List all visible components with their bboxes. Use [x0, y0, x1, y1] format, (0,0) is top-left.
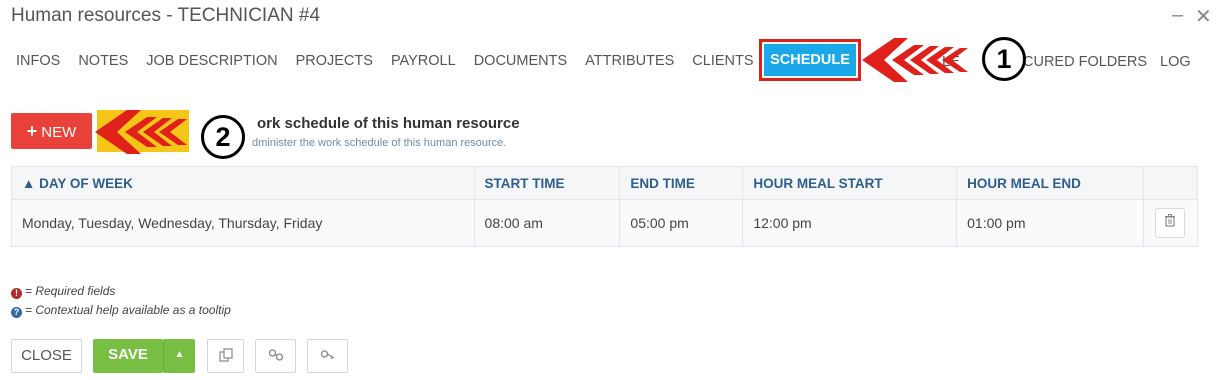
required-icon: ! — [11, 288, 22, 299]
close-icon[interactable]: ✕ — [1195, 4, 1212, 29]
window-title: Human resources - TECHNICIAN #4 — [11, 5, 321, 26]
annotation-step-1: 1 — [982, 37, 1026, 81]
cell-meal-end: 01:00 pm — [956, 199, 1144, 247]
tab-projects[interactable]: PROJECTS — [296, 52, 373, 72]
annotation-step-2: 2 — [201, 115, 245, 159]
column-header-hour-meal-start[interactable]: HOUR MEAL START — [742, 166, 958, 200]
column-header-start-time[interactable]: START TIME — [473, 166, 621, 200]
tab-bar: INFOS NOTES JOB DESCRIPTION PROJECTS PAY… — [16, 52, 772, 72]
new-button[interactable]: + NEW — [11, 113, 92, 149]
tab-attributes[interactable]: ATTRIBUTES — [585, 52, 674, 72]
tab-clients[interactable]: CLIENTS — [692, 52, 753, 72]
column-header-end-time[interactable]: END TIME — [619, 166, 744, 200]
delete-row-button[interactable] — [1155, 208, 1186, 238]
link-icon — [268, 349, 283, 361]
cell-day: Monday, Tuesday, Wednesday, Thursday, Fr… — [11, 199, 475, 247]
minimize-icon[interactable]: – — [1172, 4, 1183, 27]
tab-payroll[interactable]: PAYROLL — [391, 52, 456, 72]
column-header-hour-meal-end[interactable]: HOUR MEAL END — [956, 166, 1144, 200]
close-button[interactable]: CLOSE — [11, 339, 82, 373]
link-button[interactable] — [255, 339, 296, 373]
tab-secured-folders[interactable]: CURED FOLDERS — [1023, 53, 1147, 71]
save-options-caret[interactable]: ▲ — [163, 339, 195, 373]
tab-schedule[interactable]: SCHEDULE — [764, 44, 856, 76]
column-header-actions — [1142, 166, 1199, 200]
tab-log[interactable]: LOG — [1160, 53, 1191, 71]
key-icon — [320, 350, 334, 360]
table-header-row: ▲ DAY OF WEEK START TIME END TIME HOUR M… — [11, 166, 1199, 200]
table-row[interactable]: Monday, Tuesday, Wednesday, Thursday, Fr… — [11, 199, 1199, 247]
key-button[interactable] — [307, 339, 348, 373]
cell-end-time: 05:00 pm — [619, 199, 744, 247]
cell-start-time: 08:00 am — [473, 199, 621, 247]
tab-notes[interactable]: NOTES — [78, 52, 128, 72]
copy-button[interactable] — [207, 339, 244, 373]
column-header-day-of-week[interactable]: ▲ DAY OF WEEK — [11, 166, 475, 200]
section-title: ork schedule of this human resource — [257, 115, 520, 132]
section-subtitle: dminister the work schedule of this huma… — [252, 137, 507, 149]
tab-infos[interactable]: INFOS — [16, 52, 60, 72]
save-button[interactable]: SAVE — [93, 339, 163, 373]
copy-icon — [218, 348, 233, 362]
tab-documents[interactable]: DOCUMENTS — [474, 52, 567, 72]
trash-icon — [1165, 214, 1176, 227]
legend-required: ! = Required fields — [11, 284, 115, 299]
annotation-arrow-1-icon — [862, 38, 968, 82]
tab-job-description[interactable]: JOB DESCRIPTION — [146, 52, 277, 72]
cell-meal-start: 12:00 pm — [742, 199, 958, 247]
cell-actions — [1142, 199, 1199, 247]
legend-help: ? = Contextual help available as a toolti… — [11, 303, 231, 318]
schedule-table: ▲ DAY OF WEEK START TIME END TIME HOUR M… — [11, 166, 1199, 247]
annotation-arrow-2-icon — [95, 110, 187, 154]
help-icon: ? — [11, 307, 22, 318]
